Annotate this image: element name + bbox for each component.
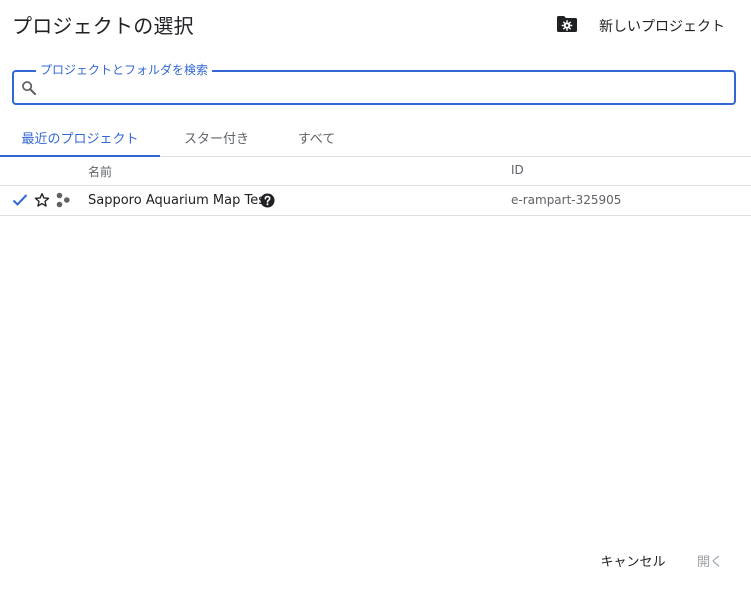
cancel-button-label: キャンセル (600, 554, 666, 570)
open-button-label: 開く (696, 554, 723, 570)
column-header-name: 名前 (88, 165, 113, 179)
help-circle-icon[interactable] (260, 193, 275, 208)
dialog-title: プロジェクトの選択 (12, 14, 194, 38)
column-header-id: ID (511, 163, 524, 177)
cancel-button[interactable]: キャンセル (592, 546, 674, 574)
tab-starred[interactable]: スター付き (160, 118, 273, 156)
tab-bar: 最近のプロジェクト スター付き すべて (0, 118, 751, 157)
project-id: e-rampart-325905 (511, 193, 622, 207)
table-row[interactable]: Sapporo Aquarium Map Test e-rampart-3259… (0, 186, 751, 216)
project-dots-icon (56, 192, 70, 208)
search-icon (22, 81, 37, 96)
tab-all[interactable]: すべて (273, 118, 360, 156)
tab-label: 最近のプロジェクト (21, 131, 139, 147)
table-header: 名前 ID (0, 157, 751, 186)
tab-label: スター付き (183, 131, 249, 147)
open-button[interactable]: 開く (688, 546, 732, 574)
tab-recent-projects[interactable]: 最近のプロジェクト (0, 118, 160, 157)
search-field-label: プロジェクトとフォルダを検索 (36, 61, 213, 78)
new-project-button[interactable]: 新しいプロジェクト (553, 8, 733, 40)
check-icon (12, 194, 28, 206)
search-input[interactable] (44, 78, 724, 98)
tab-label: すべて (297, 131, 336, 147)
project-name: Sapporo Aquarium Map Test (88, 193, 271, 208)
new-project-label: 新しいプロジェクト (599, 19, 725, 35)
folder-gear-icon (557, 16, 577, 32)
star-outline-icon[interactable] (34, 192, 50, 208)
